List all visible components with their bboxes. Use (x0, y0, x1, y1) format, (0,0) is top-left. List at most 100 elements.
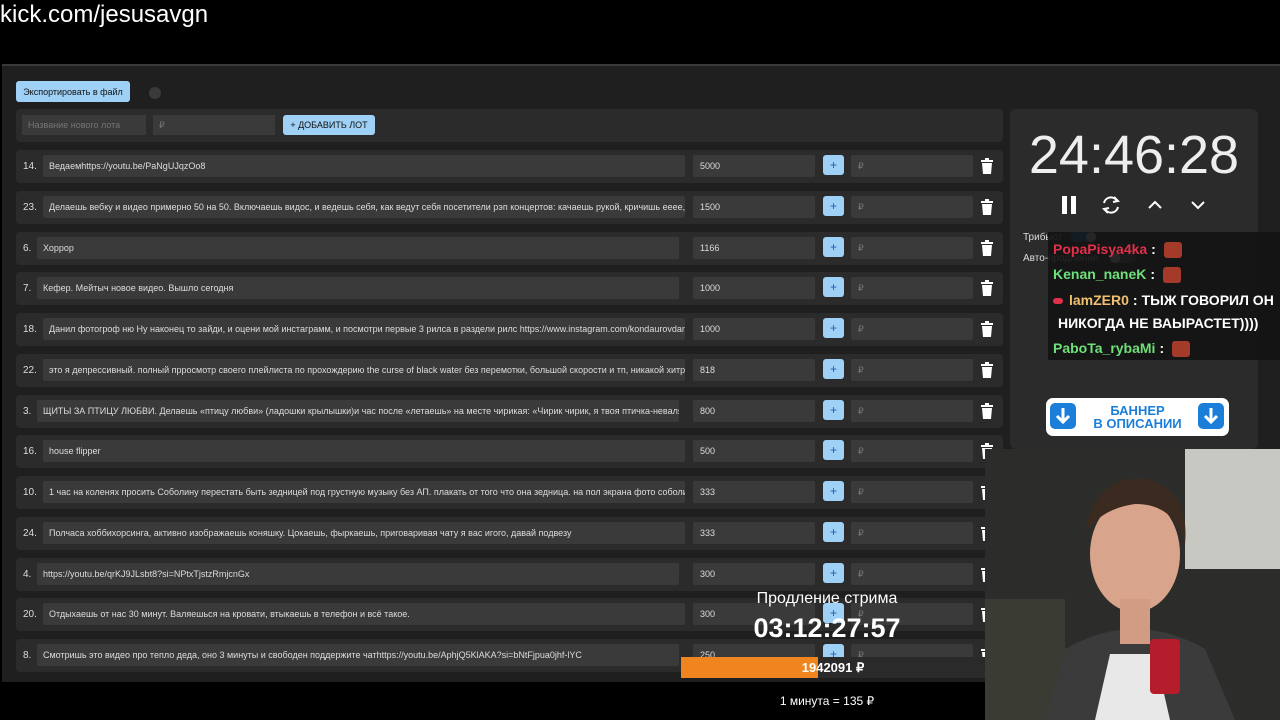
lot-amount-field[interactable]: 818 (693, 359, 815, 381)
add-to-lot-button[interactable]: + (823, 359, 844, 379)
lot-name-field[interactable]: это я депрессивный. полный прросмотр сво… (43, 359, 685, 381)
add-to-lot-button[interactable]: + (823, 277, 844, 297)
pause-icon[interactable] (1058, 194, 1080, 216)
trash-icon[interactable] (980, 199, 994, 215)
lot-name-field[interactable]: Кефер. Мейтыч новое видео. Вышло сегодня (37, 277, 679, 299)
lot-name-field[interactable]: house flipper (43, 440, 685, 462)
webcam-feed (985, 449, 1280, 720)
lot-number: 10. (23, 487, 37, 498)
lot-add-amount-input[interactable]: ₽ (851, 400, 973, 422)
add-lot-button[interactable]: + ДОБАВИТЬ ЛОТ (283, 115, 375, 135)
lot-name-field[interactable]: Отдыхаешь от нас 30 минут. Валяешься на … (43, 603, 685, 625)
lot-name-field[interactable]: 1 час на коленях просить Соболину перест… (43, 481, 685, 503)
chat-separator: : (1159, 340, 1165, 356)
auction-timer: 24:46:28 (1028, 125, 1240, 185)
chat-username[interactable]: lamZER0 (1069, 292, 1129, 308)
lot-add-amount-input[interactable]: ₽ (851, 155, 973, 177)
trash-icon[interactable] (980, 240, 994, 256)
lot-amount-field[interactable]: 800 (693, 400, 815, 422)
new-lot-price-input[interactable] (153, 115, 275, 135)
lot-add-amount-input[interactable]: ₽ (851, 196, 973, 218)
badge-icon (1053, 298, 1063, 305)
lot-amount-field[interactable]: 333 (693, 522, 815, 544)
chat-separator: : (1150, 266, 1156, 282)
trash-icon[interactable] (980, 280, 994, 296)
lot-row: 3. ЩИТЫ ЗА ПТИЦУ ЛЮБВИ. Делаешь «птицу лю… (16, 395, 1003, 428)
chat-text: ТЫЖ ГОВОРИЛ ОН (1141, 292, 1274, 308)
lot-add-amount-input[interactable]: ₽ (851, 563, 973, 585)
lot-add-amount-input[interactable]: ₽ (851, 522, 973, 544)
chat-username[interactable]: PopaPisya4ka (1053, 241, 1147, 257)
lot-row: 6. Хоррор 1166 + ₽ (16, 232, 1003, 265)
lot-name-field[interactable]: Данил фотогроф ню Ну наконец то зайди, и… (43, 318, 685, 340)
chat-separator: : (1151, 241, 1156, 257)
lot-name-field[interactable]: ЩИТЫ ЗА ПТИЦУ ЛЮБВИ. Делаешь «птицу любв… (37, 400, 679, 422)
lot-amount-field[interactable]: 1000 (693, 277, 815, 299)
banner-line-2: В ОПИСАНИИ (1093, 416, 1182, 431)
add-to-lot-button[interactable]: + (823, 400, 844, 420)
lot-add-amount-input[interactable]: ₽ (851, 359, 973, 381)
arrow-down-icon (1198, 403, 1224, 429)
lot-row: 24. Полчаса хоббихорсинга, активно изобра… (16, 517, 1003, 550)
lot-add-amount-input[interactable]: ₽ (851, 318, 973, 340)
trash-icon[interactable] (980, 403, 994, 419)
lot-amount-field[interactable]: 333 (693, 481, 815, 503)
donation-progress: 1942091 ₽ (681, 657, 985, 678)
lot-number: 22. (23, 365, 37, 376)
lot-name-field[interactable]: Хоррор (37, 237, 679, 259)
new-lot-name-input[interactable] (22, 115, 146, 135)
chat-separator: : (1132, 292, 1138, 308)
lot-add-amount-input[interactable]: ₽ (851, 237, 973, 259)
lot-number: 8. (23, 650, 32, 661)
trash-icon[interactable] (980, 321, 994, 337)
add-to-lot-button[interactable]: + (823, 481, 844, 501)
arrow-down-icon (1050, 403, 1076, 429)
add-to-lot-button[interactable]: + (823, 563, 844, 583)
lot-amount-field[interactable]: 1500 (693, 196, 815, 218)
channel-url: kick.com/jesusavgn (0, 1, 209, 28)
add-to-lot-button[interactable]: + (823, 196, 844, 216)
lot-number: 23. (23, 202, 37, 213)
lot-number: 20. (23, 609, 37, 620)
chat-message: lamZER0: ТЫЖ ГОВОРИЛ ОН (1053, 292, 1274, 308)
add-to-lot-button[interactable]: + (823, 155, 844, 175)
add-to-lot-button[interactable]: + (823, 318, 844, 338)
chat-username[interactable]: Kenan_naneK (1053, 266, 1146, 282)
lot-amount-field[interactable]: 1166 (693, 237, 815, 259)
lot-number: 7. (23, 283, 32, 294)
trash-icon[interactable] (980, 362, 994, 378)
lot-row: 7. Кефер. Мейтыч новое видео. Вышло сегод… (16, 272, 1003, 305)
donation-amount: 1942091 ₽ (801, 660, 865, 675)
lot-amount-field[interactable]: 500 (693, 440, 815, 462)
lot-amount-field[interactable]: 5000 (693, 155, 815, 177)
add-to-lot-button[interactable]: + (823, 237, 844, 257)
lot-row: 14. Ведаемhttps://youtu.be/PaNgUJqzOo8 500… (16, 150, 1003, 183)
lot-row: 10. 1 час на коленях просить Соболину пер… (16, 476, 1003, 509)
emote-icon (1172, 341, 1191, 358)
chat-username[interactable]: PaboTa_rybaMi (1053, 340, 1155, 356)
add-to-lot-button[interactable]: + (823, 522, 844, 542)
lot-name-field[interactable]: Делаешь вебку и видео примерно 50 на 50.… (43, 196, 685, 218)
lot-add-amount-input[interactable]: ₽ (851, 440, 973, 462)
lot-number: 4. (23, 569, 32, 580)
refresh-icon[interactable] (1100, 194, 1122, 216)
add-to-lot-button[interactable]: + (823, 440, 844, 460)
theme-toggle[interactable] (149, 87, 161, 99)
lot-add-amount-input[interactable]: ₽ (851, 481, 973, 503)
lot-row: 16. house flipper 500 + ₽ (16, 435, 1003, 468)
lot-row: 23. Делаешь вебку и видео примерно 50 на … (16, 191, 1003, 224)
lot-add-amount-input[interactable]: ₽ (851, 277, 973, 299)
export-button[interactable]: Экспортировать в файл (16, 81, 130, 102)
chevron-up-icon[interactable] (1144, 194, 1166, 216)
lot-name-field[interactable]: Смотришь это видео про тепло деда, оно 3… (37, 644, 679, 666)
lot-name-field[interactable]: https://youtu.be/qrKJ9JLsbt8?si=NPtxTjst… (37, 563, 679, 585)
chat-text: НИКОГДА НЕ ВАЫРАСТЕТ)))) (1058, 315, 1259, 331)
chat-message: PaboTa_rybaMi: (1053, 340, 1191, 358)
lot-number: 24. (23, 528, 37, 539)
lot-amount-field[interactable]: 1000 (693, 318, 815, 340)
trash-icon[interactable] (980, 158, 994, 174)
chevron-down-icon[interactable] (1187, 194, 1209, 216)
lot-name-field[interactable]: Полчаса хоббихорсинга, активно изображае… (43, 522, 685, 544)
lot-name-field[interactable]: Ведаемhttps://youtu.be/PaNgUJqzOo8 (43, 155, 685, 177)
lot-amount-field[interactable]: 300 (693, 563, 815, 585)
